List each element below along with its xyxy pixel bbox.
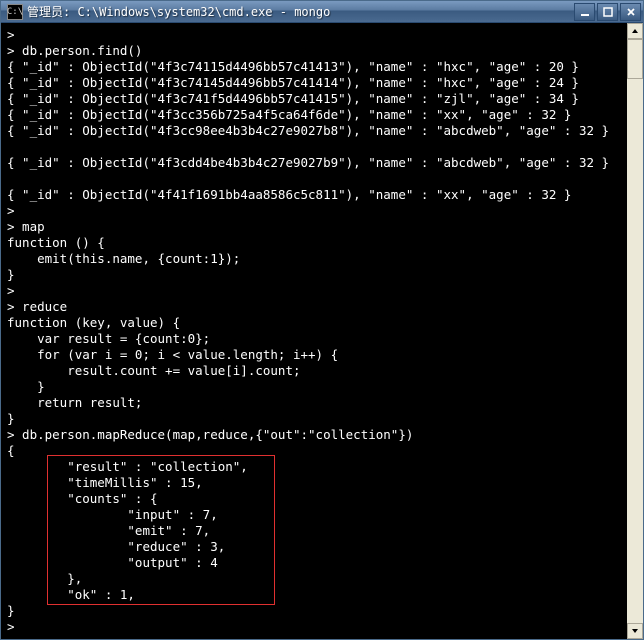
titlebar[interactable]: C:\ 管理员: C:\Windows\system32\cmd.exe - m…	[1, 1, 643, 23]
title-text: 管理员: C:\Windows\system32\cmd.exe - mongo	[27, 3, 574, 20]
terminal-output[interactable]: > > db.person.find() { "_id" : ObjectId(…	[1, 23, 643, 639]
scroll-up-button[interactable]	[627, 23, 643, 39]
scroll-down-button[interactable]	[627, 623, 643, 639]
cmd-icon: C:\	[7, 4, 23, 20]
cmd-window: C:\ 管理员: C:\Windows\system32\cmd.exe - m…	[0, 0, 644, 640]
window-controls	[574, 3, 641, 21]
close-button[interactable]	[620, 3, 641, 21]
terminal-text: > > db.person.find() { "_id" : ObjectId(…	[7, 27, 637, 639]
maximize-button[interactable]	[597, 3, 618, 21]
minimize-button[interactable]	[574, 3, 595, 21]
vertical-scrollbar[interactable]	[627, 23, 643, 639]
scroll-thumb[interactable]	[627, 39, 643, 79]
